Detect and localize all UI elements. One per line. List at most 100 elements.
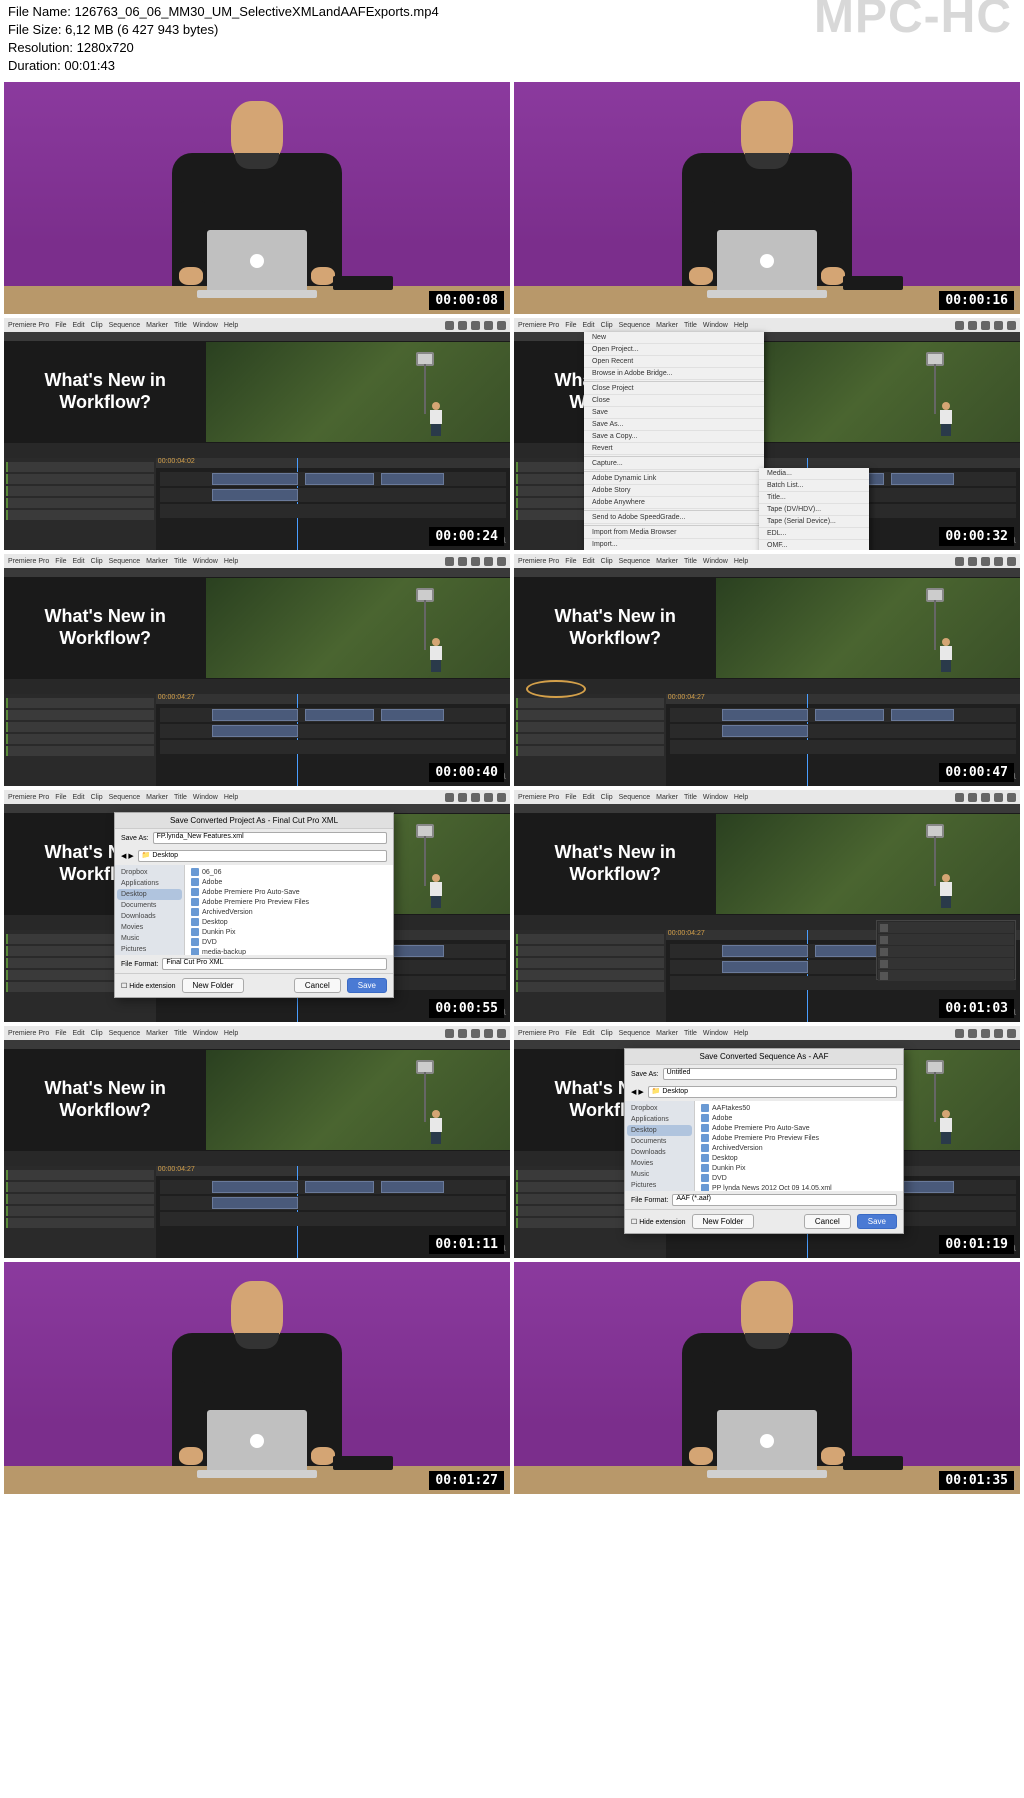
menu-item[interactable]: Edit — [583, 1030, 595, 1037]
menu-item[interactable]: File — [55, 1030, 66, 1037]
thumbnail-presenter[interactable]: lynda 00:00:08 — [4, 82, 510, 314]
menu-item[interactable]: Marker — [656, 1030, 678, 1037]
menu-item[interactable]: Help — [224, 322, 238, 329]
bin-item[interactable] — [516, 934, 664, 944]
menu-item[interactable]: File — [565, 794, 576, 801]
thumbnail-editor[interactable]: Premiere ProFileEditClipSequenceMarkerTi… — [514, 318, 1020, 550]
menu-item[interactable]: Sequence — [109, 794, 141, 801]
transport-controls[interactable] — [514, 678, 1020, 694]
menu-item[interactable]: Help — [734, 794, 748, 801]
menu-item[interactable]: Edit — [73, 1030, 85, 1037]
sidebar-location[interactable]: Applications — [627, 1114, 692, 1125]
submenu-item[interactable]: Tape (DV/HDV)... — [759, 504, 869, 516]
menu-item[interactable]: Edit — [583, 558, 595, 565]
clip[interactable] — [305, 709, 374, 721]
bin-item[interactable] — [6, 1170, 154, 1180]
file-item[interactable]: ArchivedVersion — [187, 907, 391, 917]
clip[interactable] — [722, 709, 809, 721]
sidebar-location[interactable]: Downloads — [117, 911, 182, 922]
menu-item[interactable]: Marker — [146, 794, 168, 801]
dropdown-item[interactable]: Capture... — [584, 458, 764, 470]
dropdown-item[interactable]: Close Project — [584, 383, 764, 395]
bin-item[interactable] — [6, 698, 154, 708]
menu-item[interactable]: Sequence — [109, 1030, 141, 1037]
menu-item[interactable]: Marker — [656, 322, 678, 329]
menu-item[interactable]: Sequence — [109, 558, 141, 565]
menu-item[interactable]: Marker — [146, 558, 168, 565]
submenu-item[interactable]: Media... — [759, 468, 869, 480]
hide-extension-checkbox[interactable]: ☐ Hide extension — [121, 982, 176, 990]
clip[interactable] — [212, 1181, 299, 1193]
menu-item[interactable]: Sequence — [619, 558, 651, 565]
thumbnail-editor[interactable]: Premiere ProFileEditClipSequenceMarkerTi… — [4, 1026, 510, 1258]
file-item[interactable]: Adobe Premiere Pro Auto-Save — [187, 887, 391, 897]
sidebar-location[interactable]: Movies — [117, 922, 182, 933]
menu-item[interactable]: File — [55, 794, 66, 801]
menu-item[interactable]: Clip — [91, 322, 103, 329]
menu-item[interactable]: Help — [734, 558, 748, 565]
bin-item[interactable] — [6, 746, 154, 756]
file-item[interactable]: Adobe — [187, 877, 391, 887]
menu-item[interactable]: Edit — [583, 794, 595, 801]
transport-controls[interactable] — [4, 1150, 510, 1166]
dropdown-item[interactable]: Import... — [584, 539, 764, 550]
clip[interactable] — [891, 709, 953, 721]
menu-item[interactable]: Clip — [91, 1030, 103, 1037]
menu-item[interactable]: Sequence — [619, 1030, 651, 1037]
submenu-item[interactable]: Batch List... — [759, 480, 869, 492]
file-item[interactable]: Adobe Premiere Pro Auto-Save — [697, 1123, 901, 1133]
menu-item[interactable]: Window — [703, 322, 728, 329]
thumbnail-editor[interactable]: Premiere ProFileEditClipSequenceMarkerTi… — [514, 554, 1020, 786]
dropdown-item[interactable]: Save — [584, 407, 764, 419]
menu-item[interactable]: Edit — [73, 322, 85, 329]
file-item[interactable]: Adobe — [697, 1113, 901, 1123]
bin-item[interactable] — [516, 982, 664, 992]
menu-item[interactable]: Sequence — [109, 322, 141, 329]
submenu-item[interactable]: OMF... — [759, 540, 869, 550]
source-monitor[interactable]: What's New in Workflow? — [4, 342, 206, 442]
bin-item[interactable] — [6, 498, 154, 508]
dropdown-item[interactable]: Save a Copy... — [584, 431, 764, 443]
hide-extension-checkbox[interactable]: ☐ Hide extension — [631, 1218, 686, 1226]
program-monitor[interactable] — [206, 1050, 510, 1150]
time-ruler[interactable]: 00:00:04:27 — [156, 694, 510, 704]
file-item[interactable]: Adobe Premiere Pro Preview Files — [187, 897, 391, 907]
thumbnail-editor[interactable]: Premiere ProFileEditClipSequenceMarkerTi… — [4, 318, 510, 550]
menu-item[interactable]: Sequence — [619, 322, 651, 329]
file-item[interactable]: Desktop — [187, 917, 391, 927]
menu-item[interactable]: Help — [734, 1030, 748, 1037]
clip[interactable] — [305, 473, 374, 485]
thumbnail-presenter[interactable]: lynda 00:01:35 — [514, 1262, 1020, 1494]
dropdown-item[interactable]: Close — [584, 395, 764, 407]
transport-controls[interactable] — [4, 442, 510, 458]
bin-item[interactable] — [6, 1206, 154, 1216]
filename-input[interactable]: Untitled — [663, 1068, 897, 1080]
menu-item[interactable]: Clip — [601, 794, 613, 801]
file-item[interactable]: ArchivedVersion — [697, 1143, 901, 1153]
bin-item[interactable] — [6, 722, 154, 732]
menu-item[interactable]: Title — [174, 322, 187, 329]
dropdown-item[interactable]: Save As... — [584, 419, 764, 431]
menu-item[interactable]: Title — [174, 1030, 187, 1037]
clip[interactable] — [212, 709, 299, 721]
file-item[interactable]: Desktop — [697, 1153, 901, 1163]
dropdown-item[interactable]: Open Project... — [584, 344, 764, 356]
effects-panel[interactable] — [876, 920, 1016, 980]
sidebar-location[interactable]: Documents — [627, 1136, 692, 1147]
bin-item[interactable] — [6, 510, 154, 520]
bin-item[interactable] — [516, 710, 664, 720]
format-select[interactable]: Final Cut Pro XML — [162, 958, 387, 970]
bin-item[interactable] — [516, 722, 664, 732]
menu-item[interactable]: Title — [684, 322, 697, 329]
menu-item[interactable]: Marker — [146, 1030, 168, 1037]
dropdown-item[interactable]: Browse in Adobe Bridge... — [584, 368, 764, 380]
clip[interactable] — [212, 489, 299, 501]
menu-item[interactable]: Window — [703, 1030, 728, 1037]
thumbnail-editor[interactable]: Premiere ProFileEditClipSequenceMarkerTi… — [4, 790, 510, 1022]
clip[interactable] — [212, 473, 299, 485]
menu-item[interactable]: Title — [684, 1030, 697, 1037]
menu-item[interactable]: Edit — [73, 794, 85, 801]
clip[interactable] — [815, 709, 884, 721]
menu-item[interactable]: Edit — [73, 558, 85, 565]
file-item[interactable]: AAFtakes50 — [697, 1103, 901, 1113]
